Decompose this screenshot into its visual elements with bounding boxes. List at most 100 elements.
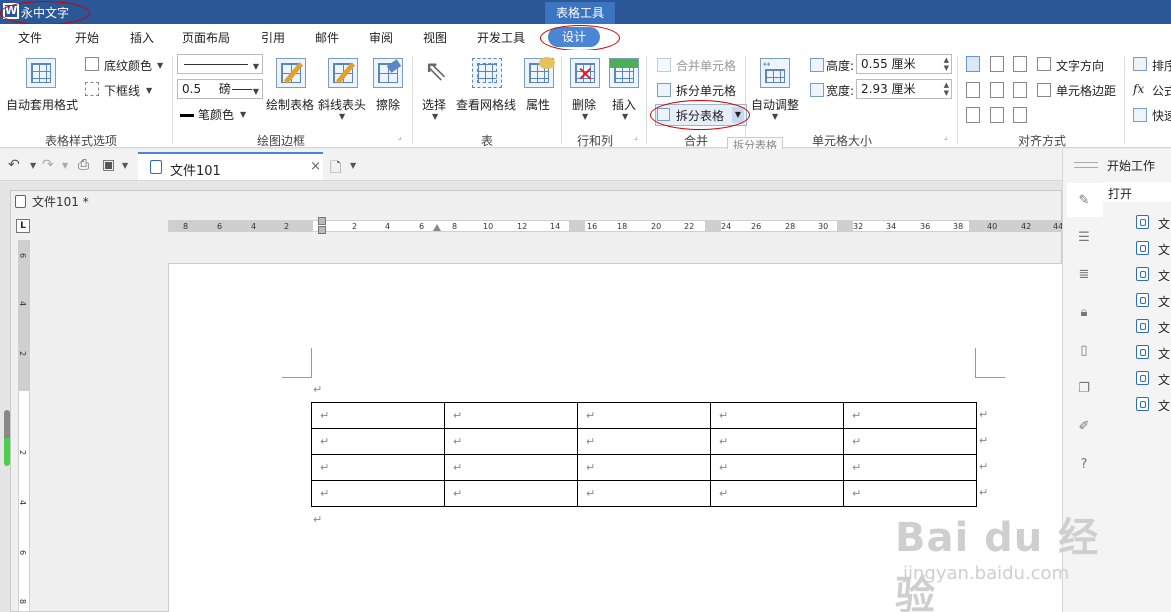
chevron-down-icon[interactable]: ▼ xyxy=(339,112,345,121)
delete-table-icon[interactable]: ✕ xyxy=(570,58,600,88)
table-cell[interactable]: ↵ xyxy=(444,454,578,481)
table-cell[interactable]: ↵ xyxy=(710,402,844,429)
table-cell[interactable]: ↵ xyxy=(444,480,578,507)
spinner-arrows-icon[interactable]: ▲ ▼ xyxy=(944,81,949,97)
align-top-center-button[interactable] xyxy=(990,56,1004,72)
recent-file-item[interactable]: 文 xyxy=(1158,345,1170,362)
chevron-down-icon[interactable]: ▼ xyxy=(772,112,778,121)
width-input[interactable]: 2.93 厘米 ▲ ▼ xyxy=(856,79,952,99)
tab-stop-selector[interactable]: L xyxy=(16,219,30,233)
pane-grip-icon[interactable] xyxy=(1074,162,1098,163)
pane-grip-icon[interactable] xyxy=(1074,167,1098,168)
recent-file-item[interactable]: 文 xyxy=(1158,267,1170,284)
properties-button[interactable]: 属性 xyxy=(526,96,550,113)
clipboard-icon[interactable]: ▯ xyxy=(1077,344,1091,358)
table-cell[interactable]: ↵ xyxy=(311,454,445,481)
align-top-right-button[interactable] xyxy=(1013,56,1027,72)
split-cells-button[interactable]: 拆分单元格 xyxy=(676,82,736,99)
close-icon[interactable]: × xyxy=(310,159,321,174)
first-line-indent-marker[interactable] xyxy=(318,217,326,225)
tab-file[interactable]: 文件 xyxy=(18,29,42,46)
chevron-down-icon[interactable]: ▼ xyxy=(157,61,163,70)
align-middle-right-button[interactable] xyxy=(1013,82,1027,98)
insert-button[interactable]: 插入 xyxy=(612,96,636,113)
right-indent-marker[interactable] xyxy=(433,224,441,231)
print-preview-icon[interactable]: ⎙ xyxy=(78,157,89,173)
dialog-launcher-icon[interactable]: ⌟ xyxy=(634,132,638,141)
table-cell[interactable]: ↵ xyxy=(311,402,445,429)
properties-icon[interactable] xyxy=(524,57,555,88)
settings-sliders-icon[interactable]: ☰ xyxy=(1077,231,1091,245)
table-cell[interactable]: ↵ xyxy=(843,402,977,429)
auto-format-button[interactable]: 自动套用格式 xyxy=(6,96,78,113)
recent-file-item[interactable]: 文 xyxy=(1158,293,1170,310)
recent-file-item[interactable]: 文 xyxy=(1158,371,1170,388)
align-top-left-button[interactable] xyxy=(966,56,980,72)
align-bottom-center-button[interactable] xyxy=(990,107,1004,123)
tab-review[interactable]: 审阅 xyxy=(369,29,393,46)
erase-button[interactable]: 擦除 xyxy=(376,96,400,113)
tab-mailings[interactable]: 邮件 xyxy=(315,29,339,46)
horizontal-ruler[interactable]: 8 6 4 2 2 4 6 8 10 12 14 16 18 20 22 24 … xyxy=(168,217,1063,234)
table-cell[interactable]: ↵ xyxy=(444,428,578,455)
auto-format-icon[interactable] xyxy=(26,58,56,88)
align-middle-left-button[interactable] xyxy=(966,82,980,98)
recent-file-item[interactable]: 文 xyxy=(1158,215,1170,232)
chevron-down-icon[interactable]: ▼ xyxy=(62,161,68,170)
quick-button[interactable]: 快速 xyxy=(1152,107,1171,124)
dialog-launcher-icon[interactable]: ⌟ xyxy=(944,132,948,141)
height-input[interactable]: 0.55 厘米 ▲ ▼ xyxy=(856,54,952,74)
tab-developer[interactable]: 开发工具 xyxy=(477,29,525,46)
table-cell[interactable]: ↵ xyxy=(710,480,844,507)
table-cell[interactable]: ↵ xyxy=(444,402,578,429)
formula-button[interactable]: 公式 xyxy=(1152,82,1171,99)
delete-button[interactable]: 删除 xyxy=(572,96,596,113)
table-cell[interactable]: ↵ xyxy=(710,428,844,455)
table-cell[interactable]: ↵ xyxy=(843,480,977,507)
sort-button[interactable]: 排序 xyxy=(1152,57,1171,74)
chevron-down-icon[interactable]: ▼ xyxy=(30,161,36,170)
draw-table-icon[interactable] xyxy=(276,58,306,88)
lock-icon[interactable]: 🔒︎ xyxy=(1077,306,1091,320)
line-style-select[interactable]: ▼ xyxy=(177,54,263,74)
diagonal-header-button[interactable]: 斜线表头 xyxy=(318,96,366,113)
chevron-down-icon[interactable]: ▼ xyxy=(122,161,128,170)
recent-file-item[interactable]: 文 xyxy=(1158,319,1170,336)
table-cell[interactable]: ↵ xyxy=(311,480,445,507)
cursor-arrow-icon[interactable]: ⇖ xyxy=(424,56,447,86)
table-cell[interactable]: ↵ xyxy=(843,454,977,481)
undo-icon[interactable]: ↶ xyxy=(8,157,20,173)
tab-page-layout[interactable]: 页面布局 xyxy=(182,29,230,46)
align-bottom-left-button[interactable] xyxy=(966,107,980,123)
new-document-icon[interactable]: 🗋 xyxy=(330,157,341,181)
align-middle-center-button[interactable] xyxy=(990,82,1004,98)
recent-file-item[interactable]: 文 xyxy=(1158,241,1170,258)
chevron-down-icon[interactable]: ▼ xyxy=(350,161,356,170)
document-table[interactable]: ↵ ↵ ↵ ↵ ↵ ↵ ↵ ↵ ↵ ↵ ↵ ↵ ↵ ↵ ↵ ↵ ↵ ↵ ↵ ↵ xyxy=(311,402,977,507)
draw-table-button[interactable]: 绘制表格 xyxy=(266,96,314,113)
line-weight-select[interactable]: 0.5 磅 ▼ xyxy=(177,79,263,99)
bottom-border-button[interactable]: 下框线 xyxy=(104,82,140,99)
recent-file-item[interactable]: 文 xyxy=(1158,397,1170,414)
table-cell[interactable]: ↵ xyxy=(577,480,711,507)
chevron-down-icon[interactable]: ▼ xyxy=(240,110,246,119)
grid-lines-icon[interactable] xyxy=(472,58,502,88)
tab-view[interactable]: 视图 xyxy=(423,29,447,46)
table-cell[interactable]: ↵ xyxy=(577,402,711,429)
tab-references[interactable]: 引用 xyxy=(261,29,285,46)
table-cell[interactable]: ↵ xyxy=(577,454,711,481)
pen-icon[interactable]: ✎ xyxy=(1077,194,1091,208)
auto-fit-icon[interactable]: ↔ xyxy=(760,58,790,88)
open-heading[interactable]: 打开 xyxy=(1108,185,1132,202)
dialog-launcher-icon[interactable]: ⌟ xyxy=(398,132,402,141)
left-indent-marker[interactable] xyxy=(318,226,326,234)
vertical-ruler[interactable]: 6 4 2 2 4 6 8 xyxy=(18,240,30,612)
align-bottom-right-button[interactable] xyxy=(1013,107,1027,123)
cell-margin-button[interactable]: 单元格边距 xyxy=(1056,82,1116,99)
table-tools-context-tab[interactable]: 表格工具 xyxy=(545,2,615,24)
document-tab[interactable]: 文件101 × xyxy=(138,152,323,180)
save-icon[interactable]: ▣ xyxy=(102,157,115,173)
tab-home[interactable]: 开始 xyxy=(75,29,99,46)
table-cell[interactable]: ↵ xyxy=(843,428,977,455)
view-gridlines-button[interactable]: 查看网格线 xyxy=(456,96,516,113)
